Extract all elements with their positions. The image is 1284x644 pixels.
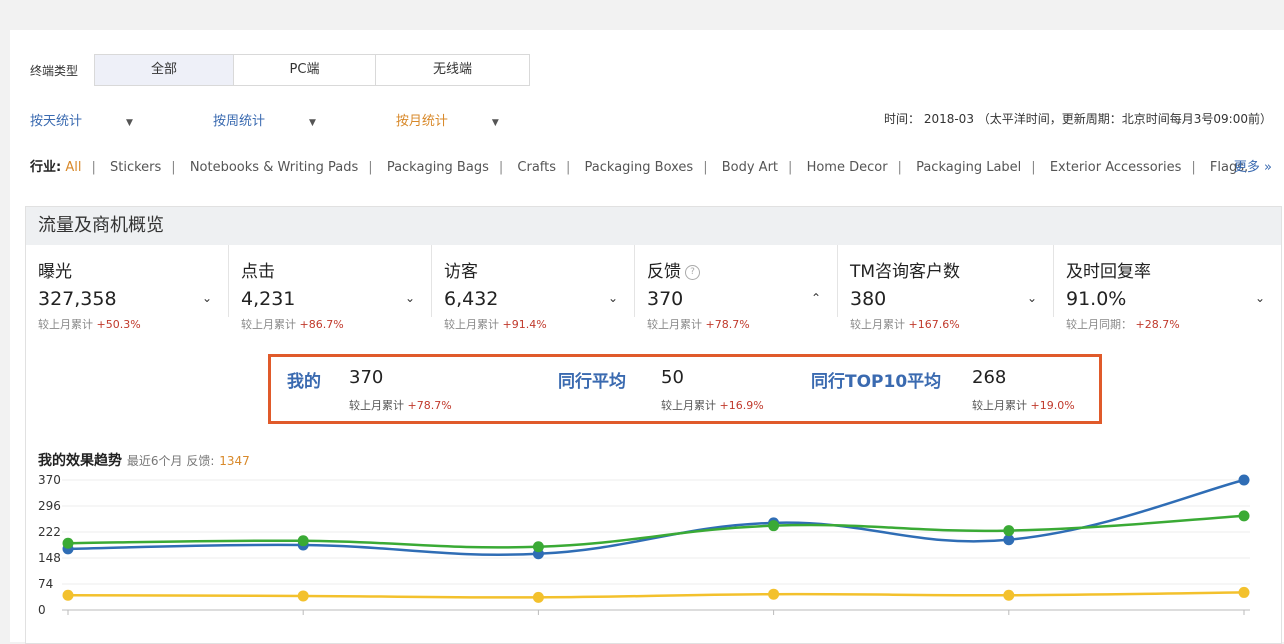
series-top10-point: [532, 541, 544, 553]
series-avg-point: [768, 588, 780, 600]
series-mine-line: [67, 478, 1245, 556]
series-avg-point: [1003, 589, 1015, 601]
series-avg-line: [67, 591, 1245, 599]
series-top10-point: [768, 520, 780, 532]
series-top10-point: [1238, 510, 1250, 522]
y-tick-label: 296: [38, 499, 61, 513]
y-tick-label: 222: [38, 525, 61, 539]
y-tick-label: 370: [38, 473, 61, 487]
series-avg-point: [1238, 586, 1250, 598]
series-top10-point: [1003, 525, 1015, 537]
series-mine-point: [1238, 474, 1250, 486]
y-tick-label: 148: [38, 551, 61, 565]
series-avg-point: [297, 590, 309, 602]
y-tick-label: 0: [38, 603, 46, 617]
y-tick-label: 74: [38, 577, 53, 591]
trend-chart: 370 296 222 148 74 0: [38, 473, 1250, 617]
series-avg-point: [62, 589, 74, 601]
series-top10-point: [62, 537, 74, 549]
series-avg-point: [532, 591, 544, 603]
series-top10-point: [297, 535, 309, 547]
